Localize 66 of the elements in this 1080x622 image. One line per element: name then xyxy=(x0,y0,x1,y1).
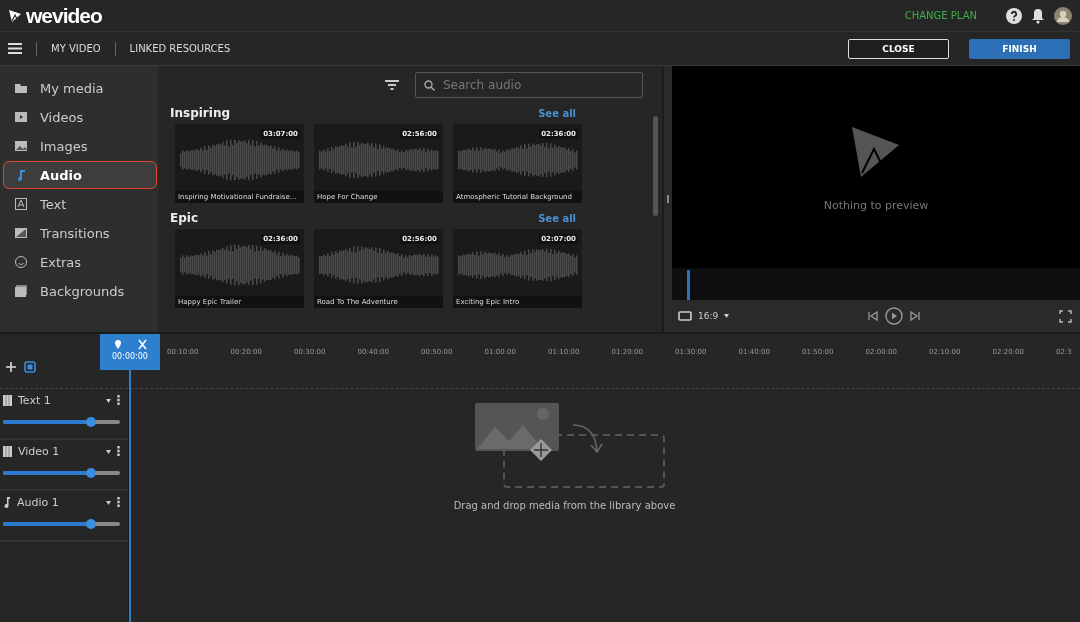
add-icon[interactable] xyxy=(6,362,16,372)
skip-forward-icon[interactable] xyxy=(909,310,922,322)
see-all-link[interactable]: See all xyxy=(538,212,576,224)
video-icon xyxy=(14,110,28,124)
more-icon[interactable] xyxy=(117,497,120,508)
section-title: Epic xyxy=(170,211,198,225)
image-icon xyxy=(14,139,28,153)
search-icon xyxy=(424,80,435,91)
volume-slider[interactable] xyxy=(3,471,120,475)
help-icon[interactable] xyxy=(1006,7,1022,24)
sidebar-item[interactable]: Videos xyxy=(3,103,157,131)
transition-icon xyxy=(14,226,28,240)
bell-icon[interactable] xyxy=(1031,7,1045,24)
sidebar-item[interactable]: Transitions xyxy=(3,219,157,247)
finish-button[interactable]: FINISH xyxy=(969,38,1070,59)
section-title: Inspiring xyxy=(170,106,231,120)
scissors-icon xyxy=(138,339,147,350)
screen-icon[interactable] xyxy=(678,311,692,321)
background-icon xyxy=(14,284,28,298)
music-note-icon xyxy=(3,497,11,508)
sidebar-item[interactable]: Backgrounds xyxy=(3,277,157,305)
track-name: Audio 1 xyxy=(17,496,60,509)
video-track-icon xyxy=(3,446,12,457)
volume-slider[interactable] xyxy=(3,420,120,424)
aspect-ratio-dropdown[interactable]: 16:9 xyxy=(698,311,719,321)
logo-text: wevideo xyxy=(26,3,102,28)
sidebar-item[interactable]: Audio xyxy=(3,161,157,189)
more-icon[interactable] xyxy=(117,395,120,406)
text-track-icon xyxy=(3,395,12,406)
dropdown-icon[interactable] xyxy=(106,449,111,454)
track-name: Text 1 xyxy=(18,394,52,407)
menu-icon[interactable] xyxy=(8,43,22,54)
fullscreen-icon[interactable] xyxy=(1059,309,1072,323)
volume-slider[interactable] xyxy=(3,522,120,526)
see-all-link[interactable]: See all xyxy=(538,107,576,119)
sidebar-item[interactable]: Images xyxy=(3,132,157,160)
avatar-icon[interactable] xyxy=(1054,6,1072,25)
nav-link[interactable]: MY VIDEO xyxy=(51,43,101,54)
close-button[interactable]: CLOSE xyxy=(848,38,949,59)
skip-back-icon[interactable] xyxy=(867,310,880,322)
smiley-icon xyxy=(14,255,28,269)
logo-icon xyxy=(8,8,22,23)
play-icon[interactable] xyxy=(885,307,904,325)
scrollbar[interactable] xyxy=(653,116,658,216)
nav-link[interactable]: LINKED RESOURCES xyxy=(129,43,231,54)
dropdown-icon[interactable] xyxy=(106,398,111,403)
sidebar-item[interactable]: My media xyxy=(3,74,157,102)
playhead[interactable]: 00:00:00 xyxy=(100,334,160,370)
logo-icon xyxy=(852,126,900,177)
playhead-marker xyxy=(687,270,690,300)
dropdown-icon[interactable] xyxy=(724,314,730,318)
sidebar-item[interactable]: Text xyxy=(3,190,157,218)
more-icon[interactable] xyxy=(117,446,120,457)
playhead-time: 00:00:00 xyxy=(112,352,148,361)
marker-icon xyxy=(115,340,121,349)
dropdown-icon[interactable] xyxy=(106,500,111,505)
search-field[interactable]: Search audio xyxy=(415,72,643,98)
empty-preview-message: Nothing to preview xyxy=(823,198,929,212)
text-icon xyxy=(14,197,28,211)
change-plan-link[interactable]: CHANGE PLAN xyxy=(904,10,977,21)
filter-icon[interactable] xyxy=(385,80,399,90)
sidebar-item[interactable]: Extras xyxy=(3,248,157,276)
folder-icon xyxy=(14,81,28,95)
layers-icon[interactable] xyxy=(24,361,36,373)
track-name: Video 1 xyxy=(18,445,61,458)
drop-hint: Drag and drop media from the library above xyxy=(453,500,676,511)
